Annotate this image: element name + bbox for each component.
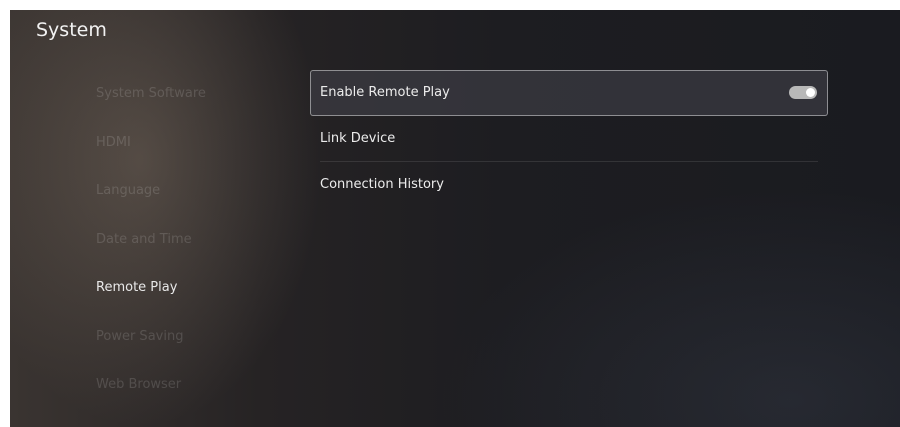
- sidebar-item-system-software[interactable]: System Software: [96, 80, 296, 129]
- sidebar-item-date-and-time[interactable]: Date and Time: [96, 226, 296, 275]
- link-device-row[interactable]: Link Device: [310, 116, 828, 162]
- link-device-label: Link Device: [320, 131, 396, 146]
- enable-remote-play-label: Enable Remote Play: [320, 85, 450, 100]
- sidebar: System Software HDMI Language Date and T…: [96, 80, 296, 420]
- remote-play-toggle[interactable]: [789, 86, 817, 99]
- connection-history-row[interactable]: Connection History: [310, 162, 828, 208]
- sidebar-item-language[interactable]: Language: [96, 177, 296, 226]
- toggle-knob: [806, 88, 815, 97]
- sidebar-item-web-browser[interactable]: Web Browser: [96, 371, 296, 420]
- settings-list: Enable Remote Play Link Device Connectio…: [310, 70, 828, 208]
- sidebar-item-hdmi[interactable]: HDMI: [96, 129, 296, 178]
- sidebar-item-remote-play[interactable]: Remote Play: [96, 274, 296, 323]
- page-title: System: [36, 19, 107, 41]
- enable-remote-play-row[interactable]: Enable Remote Play: [310, 70, 828, 116]
- sidebar-item-power-saving[interactable]: Power Saving: [96, 323, 296, 372]
- connection-history-label: Connection History: [320, 177, 444, 192]
- settings-screen: System System Software HDMI Language Dat…: [10, 10, 900, 427]
